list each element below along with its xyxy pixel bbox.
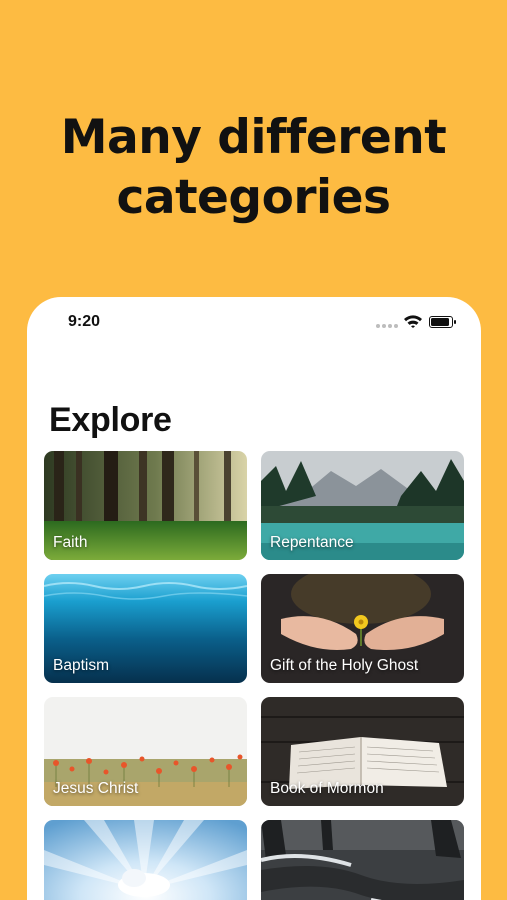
category-card-repentance[interactable]: Repentance [261, 451, 464, 560]
category-label: Gift of the Holy Ghost [270, 657, 419, 674]
status-bar: 9:20 [27, 297, 481, 347]
category-label: Repentance [270, 534, 354, 551]
category-card-jesus-christ[interactable]: Jesus Christ [44, 697, 247, 806]
category-label: Baptism [53, 657, 109, 674]
promo-headline-line1: Many different [60, 110, 447, 165]
category-card-faith[interactable]: Faith [44, 451, 247, 560]
cellular-signal-icon [376, 324, 398, 328]
category-card-gift-of-the-holy-ghost[interactable]: Gift of the Holy Ghost [261, 574, 464, 683]
promo-headline: Many different categories [0, 108, 507, 228]
battery-icon [429, 316, 457, 328]
category-card-book-of-mormon[interactable]: Book of Mormon [261, 697, 464, 806]
phone-screen: 9:20 Explore Faith Repentance Baptism Gi… [27, 297, 481, 900]
category-label: Jesus Christ [53, 780, 139, 797]
promo-headline-line2: categories [116, 170, 392, 225]
status-time: 9:20 [68, 313, 101, 330]
category-label: Book of Mormon [270, 780, 384, 797]
category-label: Faith [53, 534, 88, 551]
category-card-baptism[interactable]: Baptism [44, 574, 247, 683]
light-rays-cloud-image [44, 820, 247, 900]
page-title: Explore [49, 401, 172, 439]
category-card-heaven[interactable] [44, 820, 247, 900]
snowy-road-image [261, 820, 464, 900]
wifi-icon [403, 314, 423, 328]
category-card-road[interactable] [261, 820, 464, 900]
